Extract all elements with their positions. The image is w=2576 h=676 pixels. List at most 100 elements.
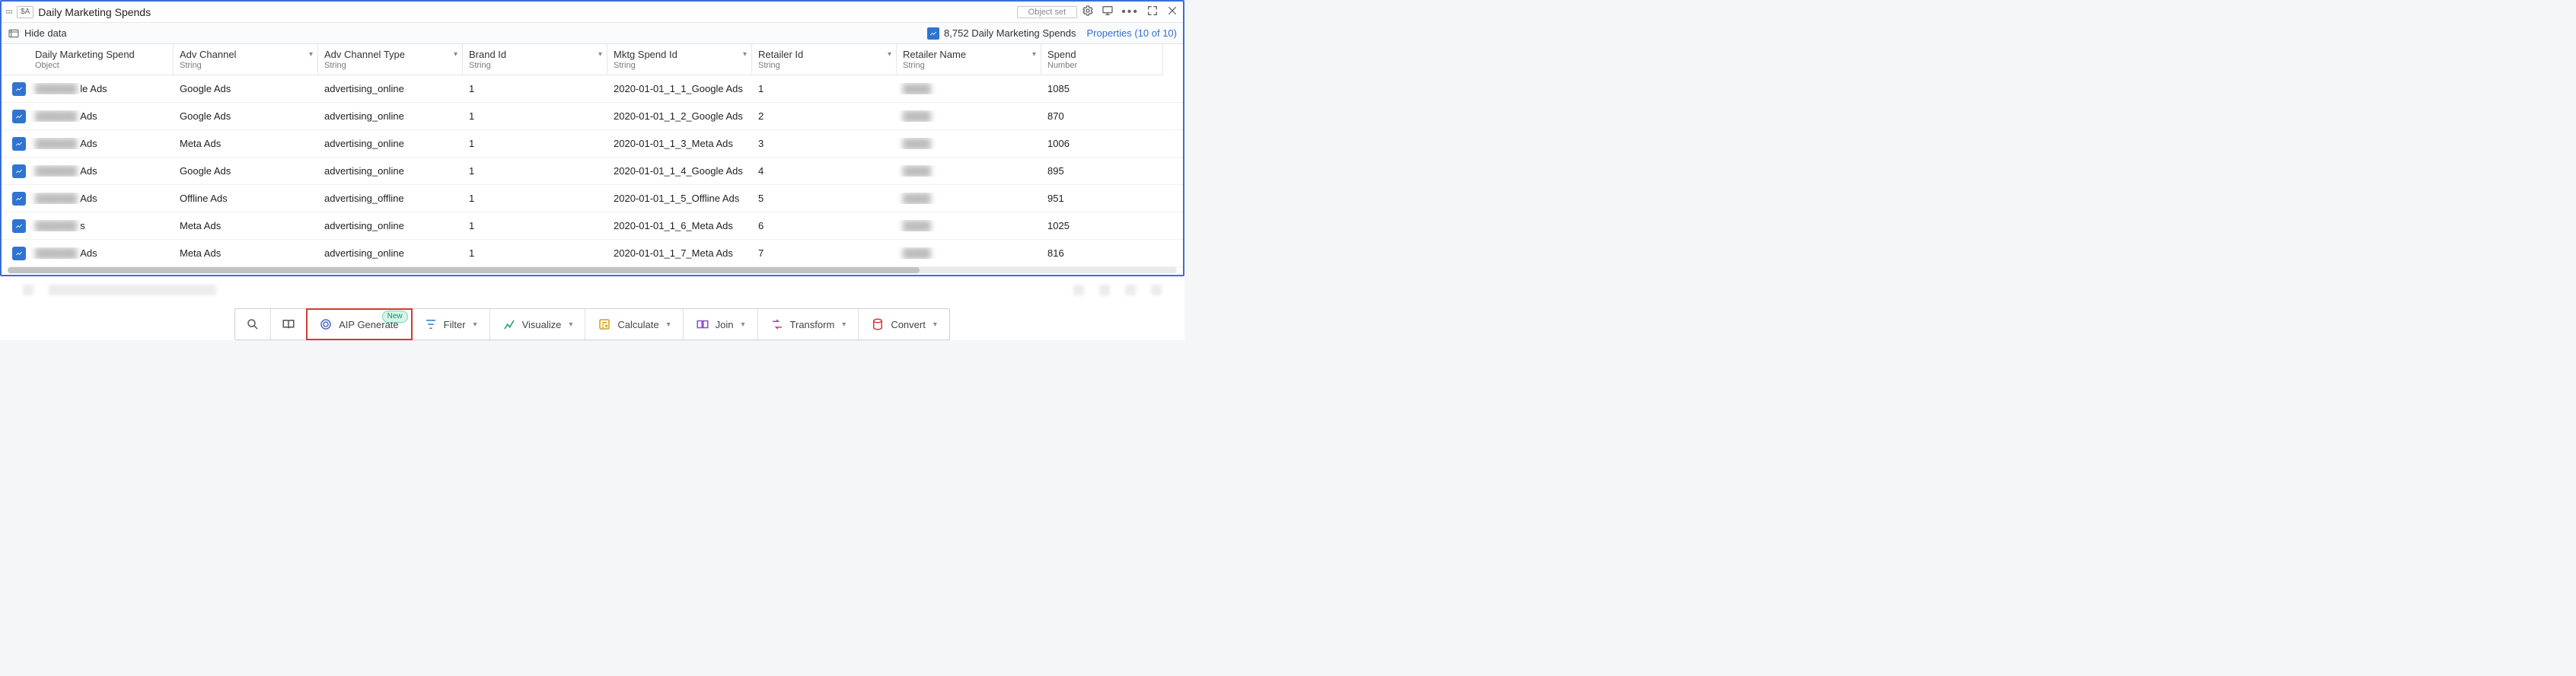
column-header[interactable]: Adv ChannelString▾	[174, 44, 318, 75]
object-suffix: Ads	[80, 247, 97, 259]
cell-brand-id: 1	[463, 247, 607, 259]
column-type: String	[469, 61, 601, 70]
object-suffix: le Ads	[80, 83, 107, 94]
column-type: String	[324, 61, 456, 70]
cell-retailer-id: 2	[752, 110, 897, 122]
data-row-icon	[12, 247, 26, 260]
book-button[interactable]	[271, 309, 307, 340]
chevron-down-icon[interactable]: ▾	[598, 50, 602, 59]
column-header[interactable]: Daily Marketing SpendObject	[29, 44, 174, 75]
column-header[interactable]: Retailer NameString▾	[897, 44, 1041, 75]
chevron-down-icon[interactable]: ▾	[743, 50, 747, 59]
column-header[interactable]: Brand IdString▾	[463, 44, 607, 75]
cell-adv-channel: Google Ads	[174, 83, 318, 94]
titlebar: $A Daily Marketing Spends Object set •••	[2, 2, 1183, 23]
drag-handle-icon[interactable]	[6, 10, 14, 14]
redacted-text: ████	[903, 247, 931, 259]
cell-adv-channel: Meta Ads	[174, 247, 318, 259]
column-header[interactable]: Retailer IdString▾	[752, 44, 897, 75]
present-icon[interactable]	[1101, 5, 1114, 19]
data-row-icon	[12, 82, 26, 96]
cell-retailer-id: 1	[752, 83, 897, 94]
hide-data-label: Hide data	[24, 27, 67, 39]
object-cell: ██████Ads	[29, 138, 174, 149]
redacted-text: ████	[903, 193, 931, 204]
table-row[interactable]: ██████le AdsGoogle Adsadvertising_online…	[2, 75, 1183, 103]
object-suffix: Ads	[80, 193, 97, 204]
cell-mktg-spend-id: 2020-01-01_1_6_Meta Ads	[607, 220, 752, 231]
table-row[interactable]: ██████AdsMeta Adsadvertising_online12020…	[2, 240, 1183, 267]
object-suffix: s	[80, 220, 85, 231]
row-icon-cell	[2, 219, 29, 233]
cell-spend: 1085	[1041, 83, 1163, 94]
aip-generate-button[interactable]: AIP Generate New	[307, 309, 412, 340]
table-row[interactable]: ██████AdsOffline Adsadvertising_offline1…	[2, 185, 1183, 212]
row-icon-cell	[2, 110, 29, 123]
chevron-down-icon: ▾	[842, 320, 846, 329]
join-button[interactable]: Join ▾	[684, 309, 758, 340]
row-count: 8,752 Daily Marketing Spends	[927, 27, 1076, 40]
cell-adv-channel-type: advertising_online	[318, 110, 463, 122]
cell-retailer-name: ████	[897, 220, 1041, 231]
redacted-text: ██████	[35, 220, 77, 231]
data-table: Daily Marketing SpendObjectAdv ChannelSt…	[2, 44, 1183, 275]
cell-retailer-name: ████	[897, 110, 1041, 122]
visualize-button[interactable]: Visualize ▾	[490, 309, 586, 340]
redacted-text: ████	[903, 220, 931, 231]
filter-button[interactable]: Filter ▾	[412, 309, 490, 340]
transform-button[interactable]: Transform ▾	[758, 309, 859, 340]
row-icon-cell	[2, 82, 29, 96]
cell-retailer-name: ████	[897, 247, 1041, 259]
chevron-down-icon[interactable]: ▾	[888, 50, 891, 59]
subbar: Hide data 8,752 Daily Marketing Spends P…	[2, 23, 1183, 44]
close-icon[interactable]	[1166, 5, 1178, 19]
cell-adv-channel: Meta Ads	[174, 138, 318, 149]
table-row[interactable]: ██████AdsGoogle Adsadvertising_online120…	[2, 158, 1183, 185]
table-row[interactable]: ██████AdsMeta Adsadvertising_online12020…	[2, 130, 1183, 158]
gear-icon[interactable]	[1082, 5, 1094, 19]
redacted-text: ████	[903, 83, 931, 94]
column-name: Retailer Id	[758, 49, 890, 60]
chevron-down-icon[interactable]: ▾	[1032, 50, 1036, 59]
column-header[interactable]: Adv Channel TypeString ▾	[318, 44, 463, 75]
cell-spend: 1006	[1041, 138, 1163, 149]
calculate-button[interactable]: Calculate ▾	[585, 309, 683, 340]
more-icon[interactable]: •••	[1121, 8, 1139, 16]
table-row[interactable]: ██████sMeta Adsadvertising_online12020-0…	[2, 212, 1183, 240]
table-row[interactable]: ██████AdsGoogle Adsadvertising_online120…	[2, 103, 1183, 130]
column-header[interactable]: Mktg Spend IdString▾	[607, 44, 752, 75]
chevron-down-icon: ▾	[569, 320, 572, 329]
column-name: Adv Channel Type	[324, 49, 456, 60]
expand-icon[interactable]	[1146, 5, 1159, 19]
redacted-text: ██████	[35, 193, 77, 204]
chevron-down-icon[interactable]: ▾	[454, 50, 457, 59]
object-cell: ██████Ads	[29, 247, 174, 259]
hide-data-button[interactable]: Hide data	[8, 27, 67, 40]
convert-button[interactable]: Convert ▾	[859, 309, 949, 340]
column-type: String	[903, 61, 1035, 70]
column-header[interactable]: SpendNumber	[1041, 44, 1163, 75]
redacted-text: ██████	[35, 110, 77, 122]
row-icon-cell	[2, 247, 29, 260]
cell-mktg-spend-id: 2020-01-01_1_2_Google Ads	[607, 110, 752, 122]
cell-retailer-id: 6	[752, 220, 897, 231]
cell-mktg-spend-id: 2020-01-01_1_5_Offline Ads	[607, 193, 752, 204]
redacted-text: ████	[903, 165, 931, 177]
object-cell: ██████Ads	[29, 193, 174, 204]
cell-retailer-id: 7	[752, 247, 897, 259]
search-button[interactable]	[235, 309, 271, 340]
visualize-label: Visualize	[522, 319, 562, 330]
chevron-down-icon: ▾	[741, 320, 745, 329]
page-title: Daily Marketing Spends	[38, 6, 151, 18]
transform-label: Transform	[790, 319, 835, 330]
cell-adv-channel-type: advertising_online	[318, 138, 463, 149]
cell-brand-id: 1	[463, 138, 607, 149]
properties-link[interactable]: Properties (10 of 10)	[1086, 27, 1177, 39]
chevron-down-icon[interactable]: ▾	[309, 50, 313, 59]
object-set-button[interactable]: Object set	[1017, 6, 1078, 18]
column-type: String	[614, 61, 745, 70]
horizontal-scrollbar[interactable]	[8, 267, 1177, 273]
data-row-icon	[12, 219, 26, 233]
column-headers: Daily Marketing SpendObjectAdv ChannelSt…	[2, 44, 1183, 75]
object-suffix: Ads	[80, 138, 97, 149]
